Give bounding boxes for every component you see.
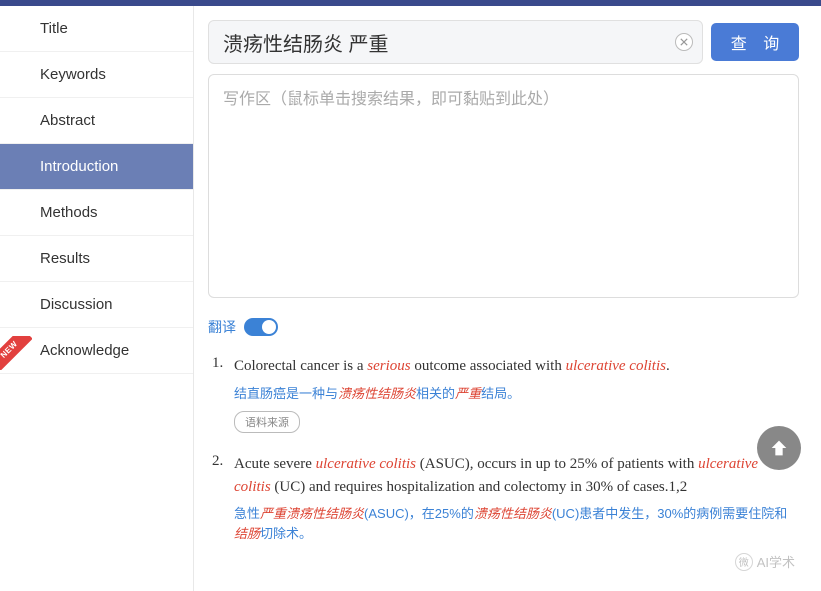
clear-button[interactable] [675, 33, 693, 51]
nav-title[interactable]: Title [0, 6, 193, 52]
source-button[interactable]: 语料来源 [234, 411, 300, 433]
watermark: 微 AI学术 [735, 552, 795, 571]
query-button[interactable]: 查 询 [711, 23, 799, 61]
wechat-icon: 微 [735, 553, 753, 571]
scroll-top-button[interactable] [757, 426, 801, 470]
nav-acknowledge[interactable]: Acknowledge [0, 328, 193, 374]
result-item[interactable]: 1. Colorectal cancer is a serious outcom… [212, 355, 795, 433]
writing-area[interactable] [208, 74, 799, 298]
result-chinese: 结直肠癌是一种与溃疡性结肠炎相关的严重结局。 [234, 384, 795, 404]
result-english: Acute severe ulcerative colitis (ASUC), … [234, 453, 795, 498]
translate-label: 翻译 [208, 317, 236, 337]
result-chinese: 急性严重溃疡性结肠炎(ASUC)，在25%的溃疡性结肠炎(UC)患者中发生，30… [234, 504, 795, 543]
arrow-up-icon [768, 437, 790, 459]
close-icon [680, 38, 688, 46]
nav-results[interactable]: Results [0, 236, 193, 282]
translate-toggle[interactable] [244, 318, 278, 336]
result-number: 1. [212, 355, 234, 433]
result-number: 2. [212, 453, 234, 543]
nav-methods[interactable]: Methods [0, 190, 193, 236]
results-list: 1. Colorectal cancer is a serious outcom… [208, 355, 799, 543]
nav-keywords[interactable]: Keywords [0, 52, 193, 98]
main-content: 查 询 翻译 1. Colorectal cancer is a serious… [194, 6, 821, 591]
search-input[interactable] [208, 20, 703, 64]
result-english: Colorectal cancer is a serious outcome a… [234, 355, 795, 378]
nav-abstract[interactable]: Abstract [0, 98, 193, 144]
result-item[interactable]: 2. Acute severe ulcerative colitis (ASUC… [212, 453, 795, 543]
sidebar: Title Keywords Abstract Introduction Met… [0, 6, 194, 591]
nav-introduction[interactable]: Introduction [0, 144, 193, 190]
nav-discussion[interactable]: Discussion [0, 282, 193, 328]
